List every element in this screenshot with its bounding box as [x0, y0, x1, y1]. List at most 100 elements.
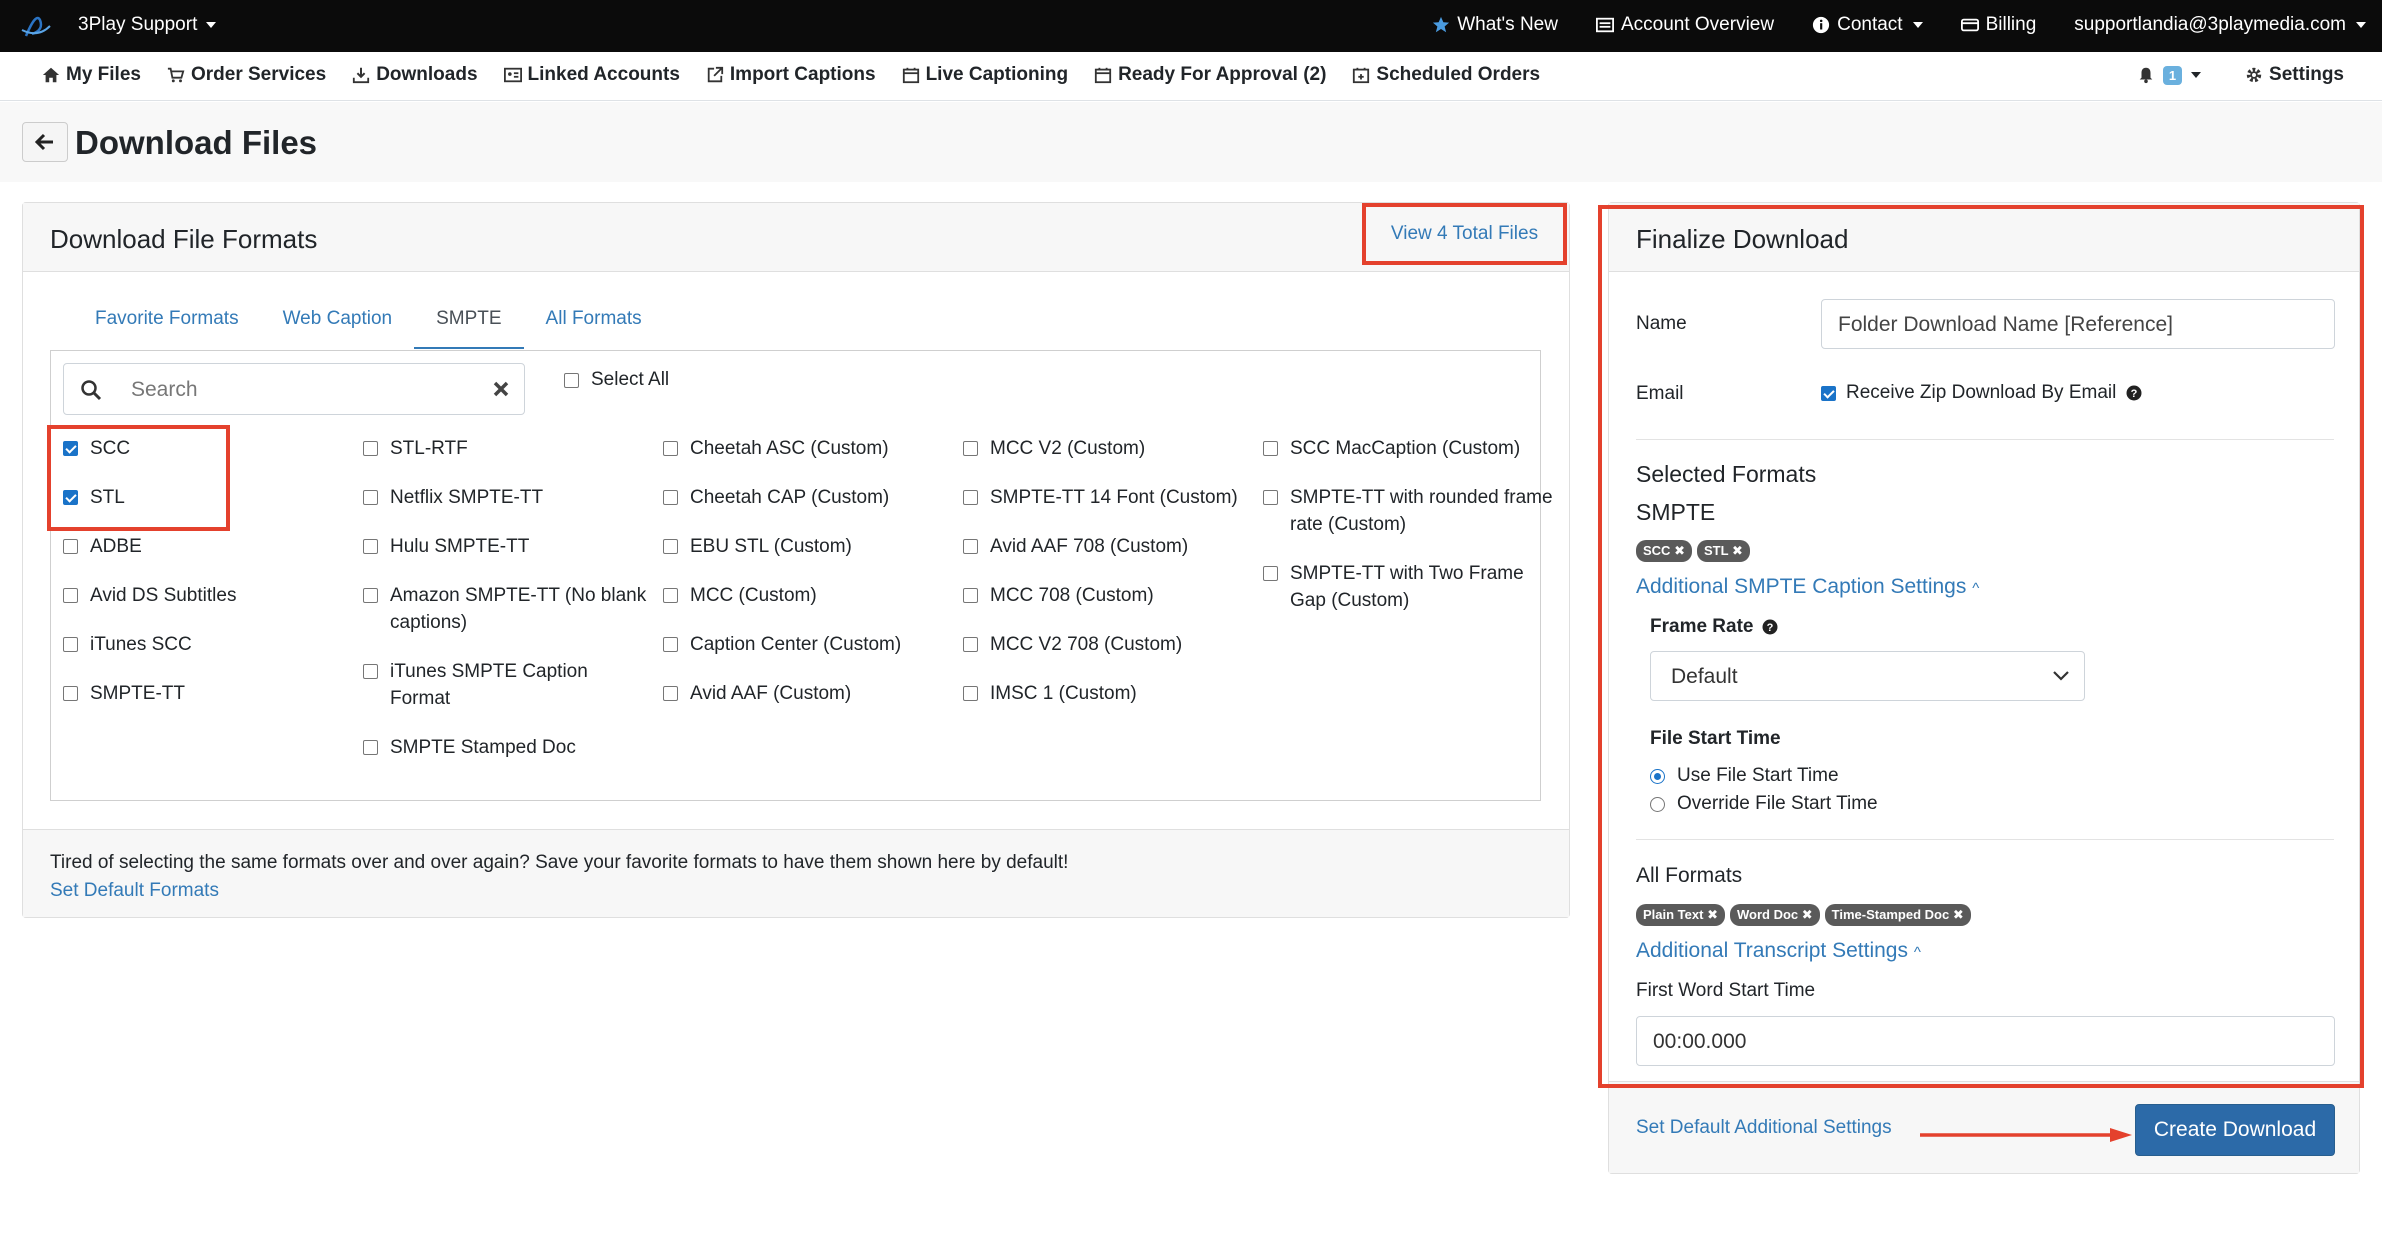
- calendar-plus-icon: [1353, 67, 1370, 84]
- select-all-checkbox[interactable]: Select All: [564, 369, 669, 391]
- format-option-label: STL: [90, 487, 125, 508]
- whats-new-link[interactable]: What's New: [1432, 14, 1558, 36]
- bell-icon: [2139, 67, 2153, 84]
- format-option[interactable]: MCC (Custom): [663, 582, 953, 609]
- calendar-icon: [902, 67, 919, 84]
- format-option[interactable]: STL: [63, 484, 353, 511]
- checkbox[interactable]: [564, 372, 579, 388]
- format-option[interactable]: Avid AAF (Custom): [663, 680, 953, 707]
- format-option[interactable]: ADBE: [63, 533, 353, 560]
- nav-linked-accounts[interactable]: Linked Accounts: [503, 64, 680, 86]
- checkbox[interactable]: [963, 588, 978, 603]
- format-option-label: Amazon SMPTE-TT (No blank captions): [390, 585, 647, 633]
- format-option-label: SMPTE Stamped Doc: [390, 737, 576, 758]
- tab-favorite-formats[interactable]: Favorite Formats: [73, 299, 261, 349]
- format-option[interactable]: iTunes SCC: [63, 631, 353, 658]
- format-option[interactable]: Hulu SMPTE-TT: [363, 533, 653, 560]
- format-option[interactable]: SMPTE-TT with rounded frame rate (Custom…: [1263, 484, 1553, 538]
- checkbox[interactable]: [363, 588, 378, 603]
- format-option[interactable]: STL-RTF: [363, 435, 653, 462]
- search-icon: [81, 380, 102, 401]
- checkbox[interactable]: [663, 539, 678, 554]
- checkbox[interactable]: [663, 686, 678, 701]
- checkbox[interactable]: [363, 539, 378, 554]
- format-option[interactable]: Caption Center (Custom): [663, 631, 953, 658]
- checkbox[interactable]: [963, 637, 978, 652]
- format-option[interactable]: Netflix SMPTE-TT: [363, 484, 653, 511]
- nav-import-captions[interactable]: Import Captions: [706, 64, 876, 86]
- user-menu[interactable]: supportlandia@3playmedia.com: [2074, 14, 2366, 36]
- checkbox[interactable]: [1263, 490, 1278, 505]
- format-option[interactable]: Avid AAF 708 (Custom): [963, 533, 1253, 560]
- nav-my-files[interactable]: My Files: [42, 64, 141, 86]
- checkbox[interactable]: [363, 664, 378, 679]
- checkbox[interactable]: [63, 588, 78, 603]
- format-option-label: MCC 708 (Custom): [990, 585, 1154, 606]
- format-option[interactable]: Cheetah CAP (Custom): [663, 484, 953, 511]
- format-option[interactable]: MCC V2 (Custom): [963, 435, 1253, 462]
- tab-web-caption[interactable]: Web Caption: [261, 299, 415, 349]
- format-option[interactable]: SMPTE-TT 14 Font (Custom): [963, 484, 1253, 511]
- checkbox[interactable]: [963, 441, 978, 456]
- format-option[interactable]: SCC: [63, 435, 353, 462]
- whats-new-label: What's New: [1457, 14, 1558, 35]
- format-option[interactable]: SMPTE Stamped Doc: [363, 734, 653, 761]
- settings-link[interactable]: Settings: [2245, 64, 2344, 86]
- checkbox[interactable]: [963, 686, 978, 701]
- checkbox[interactable]: [663, 637, 678, 652]
- checkbox[interactable]: [63, 539, 78, 554]
- checkbox[interactable]: [1263, 441, 1278, 456]
- gear-icon: [2246, 67, 2262, 83]
- billing-link[interactable]: Billing: [1960, 14, 2036, 36]
- format-option[interactable]: IMSC 1 (Custom): [963, 680, 1253, 707]
- checkbox[interactable]: [1263, 566, 1278, 581]
- format-option[interactable]: Avid DS Subtitles: [63, 582, 353, 609]
- checkbox[interactable]: [363, 490, 378, 505]
- checkbox[interactable]: [63, 637, 78, 652]
- contact-dropdown[interactable]: Contact: [1812, 14, 1923, 36]
- checkbox[interactable]: [63, 686, 78, 701]
- checkbox[interactable]: [63, 441, 78, 456]
- checkbox[interactable]: [663, 441, 678, 456]
- tab-smpte[interactable]: SMPTE: [414, 299, 524, 349]
- account-overview-label: Account Overview: [1620, 14, 1775, 35]
- checkbox[interactable]: [663, 490, 678, 505]
- account-overview-link[interactable]: Account Overview: [1595, 14, 1775, 36]
- checkbox[interactable]: [663, 588, 678, 603]
- format-option[interactable]: Amazon SMPTE-TT (No blank captions): [363, 582, 653, 636]
- format-option[interactable]: iTunes SMPTE Caption Format: [363, 658, 653, 712]
- checkbox[interactable]: [963, 539, 978, 554]
- chevron-down-icon: [1912, 22, 1923, 28]
- format-option[interactable]: MCC V2 708 (Custom): [963, 631, 1253, 658]
- create-download-button[interactable]: Create Download: [2135, 1104, 2335, 1156]
- nav-scheduled-orders[interactable]: Scheduled Orders: [1352, 64, 1540, 86]
- nav-downloads[interactable]: Downloads: [352, 64, 478, 86]
- notifications-dropdown[interactable]: 1: [2137, 65, 2202, 85]
- format-option-label: Hulu SMPTE-TT: [390, 536, 530, 557]
- format-option[interactable]: SMPTE-TT: [63, 680, 353, 707]
- search-input[interactable]: Search: [63, 363, 525, 415]
- 3play-logo-icon[interactable]: [18, 8, 54, 44]
- format-option[interactable]: SMPTE-TT with Two Frame Gap (Custom): [1263, 560, 1553, 614]
- format-option[interactable]: Cheetah ASC (Custom): [663, 435, 953, 462]
- clear-search-icon[interactable]: [492, 380, 510, 398]
- set-default-formats-link[interactable]: Set Default Formats: [50, 880, 1542, 902]
- checkbox[interactable]: [63, 490, 78, 505]
- format-option[interactable]: EBU STL (Custom): [663, 533, 953, 560]
- id-card-icon: [503, 67, 522, 83]
- set-default-settings-link[interactable]: Set Default Additional Settings: [1636, 1117, 1892, 1139]
- nav-ready-for-approval[interactable]: Ready For Approval (2): [1094, 64, 1326, 86]
- format-option-label: iTunes SMPTE Caption Format: [390, 661, 588, 709]
- org-switcher[interactable]: 3Play Support: [78, 14, 217, 36]
- nav-live-captioning[interactable]: Live Captioning: [902, 64, 1068, 86]
- checkbox[interactable]: [363, 441, 378, 456]
- format-option[interactable]: SCC MacCaption (Custom): [1263, 435, 1553, 462]
- format-option-label: SMPTE-TT: [90, 683, 185, 704]
- format-option[interactable]: MCC 708 (Custom): [963, 582, 1253, 609]
- view-total-files-link[interactable]: View 4 Total Files: [1362, 203, 1567, 265]
- nav-order-services[interactable]: Order Services: [167, 64, 326, 86]
- checkbox[interactable]: [363, 740, 378, 755]
- checkbox[interactable]: [963, 490, 978, 505]
- tab-all-formats[interactable]: All Formats: [524, 299, 664, 349]
- back-button[interactable]: [22, 122, 68, 162]
